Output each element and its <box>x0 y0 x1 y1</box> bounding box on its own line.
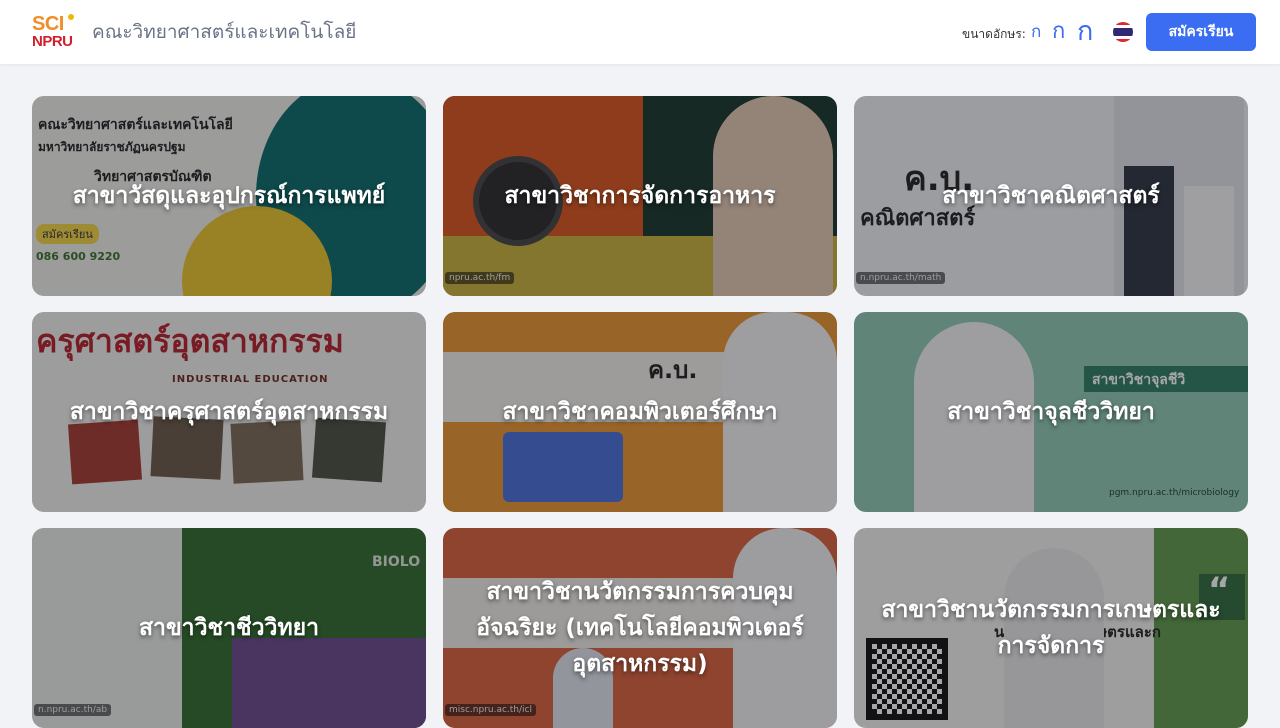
site-title[interactable]: คณะวิทยาศาสตร์และเทคโนโลยี <box>92 20 356 44</box>
program-card[interactable]: misc.npru.ac.th/icl สาขาวิชานวัตกรรมการค… <box>443 528 837 728</box>
top-header: SCI NPRU คณะวิทยาศาสตร์และเทคโนโลยี ขนาด… <box>0 0 1280 64</box>
program-card[interactable]: BIOLO n.npru.ac.th/ab สาขาวิชาชีววิทยา <box>32 528 426 728</box>
logo-npru-text: NPRU <box>32 33 73 50</box>
program-card[interactable]: ค.บ. สาขาวิชาคอมพิวเตอร์ศึกษา <box>443 312 837 512</box>
program-title: สาขาวิชาการจัดการอาหาร <box>504 183 776 209</box>
program-title: สาขาวิชาคณิตศาสตร์ <box>942 183 1160 209</box>
program-title: สาขาวิชานวัตกรรมการเกษตรและการจัดการ <box>881 597 1221 659</box>
program-title: สาขาวิชานวัตกรรมการควบคุมอัจฉริยะ (เทคโน… <box>476 579 804 677</box>
program-title: สาขาวิชาครุศาสตร์อุตสาหกรรม <box>69 399 389 425</box>
program-title: สาขาวิชาจุลชีววิทยา <box>947 399 1155 425</box>
program-title: สาขาวิชาชีววิทยา <box>138 615 320 641</box>
font-size-label: ขนาดอักษร: <box>962 27 1026 41</box>
thai-flag-icon[interactable] <box>1113 22 1133 42</box>
sci-npru-logo[interactable]: SCI NPRU <box>32 14 76 50</box>
program-card[interactable]: ครุศาสตร์อุตสาหกรรม INDUSTRIAL EDUCATION… <box>32 312 426 512</box>
program-card[interactable]: npru.ac.th/fm สาขาวิชาการจัดการอาหาร <box>443 96 837 296</box>
program-card[interactable]: ค.บ. คณิตศาสตร์ n.npru.ac.th/math สาขาวิ… <box>854 96 1248 296</box>
program-title: สาขาวิชาคอมพิวเตอร์ศึกษา <box>502 399 778 425</box>
logo-sci-text: SCI <box>32 13 64 35</box>
apply-button[interactable]: สมัครเรียน <box>1146 13 1256 51</box>
program-card[interactable]: “ นวัตกรรมการเกษตรและก สาขาวิชานวัตกรรมก… <box>854 528 1248 728</box>
logo-dot <box>68 14 74 20</box>
program-card[interactable]: สาขาวิชาจุลชีวิ pgm.npru.ac.th/microbiol… <box>854 312 1248 512</box>
font-size-medium-button[interactable]: ก <box>1052 21 1065 43</box>
program-title: สาขาวัสดุและอุปกรณ์การแพทย์ <box>72 183 386 209</box>
font-size-small-button[interactable]: ก <box>1031 24 1041 41</box>
program-card[interactable]: คณะวิทยาศาสตร์และเทคโนโลยี มหาวิทยาลัยรา… <box>32 96 426 296</box>
font-size-large-button[interactable]: ก <box>1077 18 1093 45</box>
